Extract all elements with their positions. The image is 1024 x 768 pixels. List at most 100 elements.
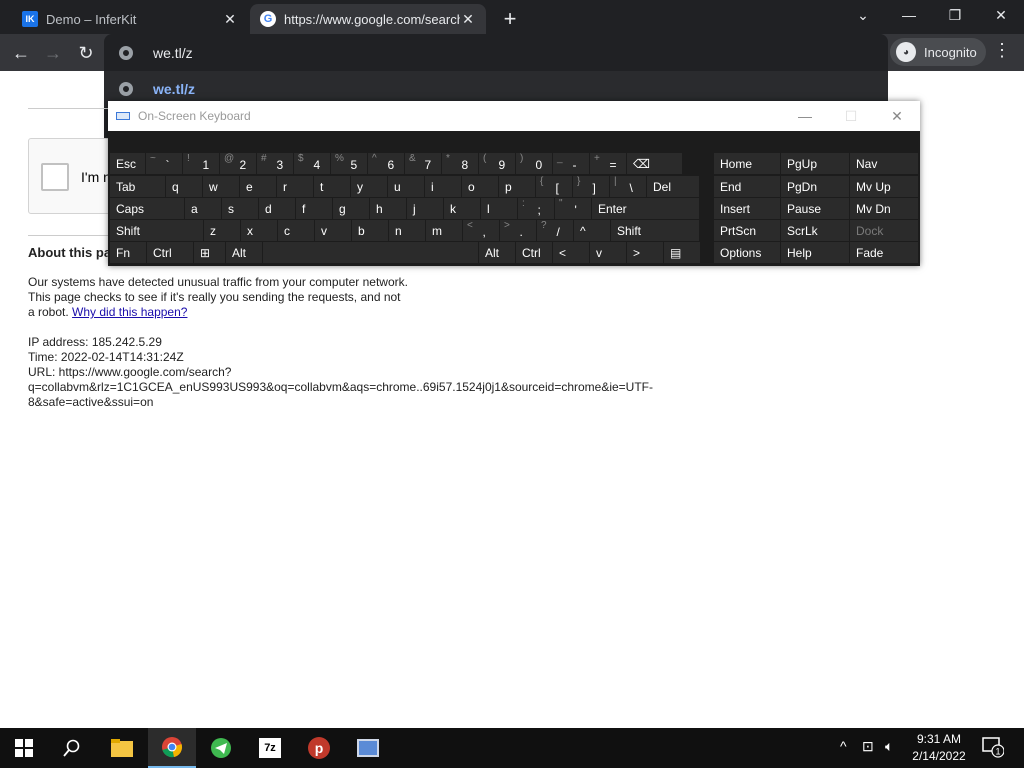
osk-nav-key[interactable]: Nav xyxy=(850,153,918,174)
osk-key[interactable]: > xyxy=(627,242,663,263)
volume-icon[interactable]: 🔈︎ xyxy=(885,738,893,755)
osk-key[interactable]: {[ xyxy=(536,176,572,197)
osk-key[interactable]: Caps xyxy=(110,198,184,219)
forward-arrow-icon[interactable]: → xyxy=(40,40,66,66)
osk-key[interactable]: + = xyxy=(590,153,626,174)
osk-nav-key[interactable]: Insert xyxy=(714,198,780,219)
osk-nav-key[interactable]: PgDn xyxy=(781,176,849,197)
osk-key[interactable]: q xyxy=(166,176,202,197)
window-close-icon[interactable]: ✕ xyxy=(978,0,1024,30)
osk-key[interactable]: Del xyxy=(647,176,699,197)
osk-key[interactable]: * 8 xyxy=(442,153,478,174)
osk-key[interactable]: Ctrl xyxy=(516,242,552,263)
osk-key[interactable]: v xyxy=(315,220,351,241)
osk-key[interactable]: }] xyxy=(573,176,609,197)
osk-nav-key[interactable]: PrtScn xyxy=(714,220,780,241)
osk-key[interactable]: c xyxy=(278,220,314,241)
network-app-button[interactable] xyxy=(344,728,392,768)
osk-key[interactable]: Shift xyxy=(110,220,203,241)
osk-key[interactable]: d xyxy=(259,198,295,219)
osk-key[interactable]: e xyxy=(240,176,276,197)
osk-maximize-icon[interactable]: ☐ xyxy=(828,101,874,131)
osk-key[interactable]: Ctrl xyxy=(147,242,193,263)
osk-key[interactable]: ⌫ xyxy=(627,153,682,174)
osk-key[interactable]: p xyxy=(499,176,535,197)
osk-key[interactable]: l xyxy=(481,198,517,219)
osk-key[interactable]: i xyxy=(425,176,461,197)
osk-nav-key[interactable]: Dock xyxy=(850,220,918,241)
osk-minimize-icon[interactable]: — xyxy=(782,101,828,131)
osk-key[interactable]: g xyxy=(333,198,369,219)
minimize-icon[interactable]: — xyxy=(886,0,932,30)
osk-key[interactable]: ▤ xyxy=(664,242,700,263)
osk-key[interactable]: x xyxy=(241,220,277,241)
osk-key[interactable]: & 7 xyxy=(405,153,441,174)
osk-key[interactable]: b xyxy=(352,220,388,241)
more-menu-icon[interactable]: ⋮ xyxy=(992,40,1012,61)
osk-nav-key[interactable]: End xyxy=(714,176,780,197)
chrome-taskbar-button[interactable] xyxy=(148,728,196,768)
osk-key[interactable]: Alt xyxy=(479,242,515,263)
osk-key[interactable]: ) 0 xyxy=(516,153,552,174)
osk-key[interactable]: o xyxy=(462,176,498,197)
osk-key[interactable]: ~ ` xyxy=(146,153,182,174)
osk-key[interactable]: % 5 xyxy=(331,153,367,174)
file-explorer-button[interactable] xyxy=(98,728,146,768)
back-arrow-icon[interactable]: ← xyxy=(8,40,34,66)
osk-key[interactable]: h xyxy=(370,198,406,219)
osk-key[interactable]: r xyxy=(277,176,313,197)
osk-nav-key[interactable]: Fade xyxy=(850,242,918,263)
close-icon[interactable]: ✕ xyxy=(460,11,476,28)
osk-key[interactable]: f xyxy=(296,198,332,219)
system-clock[interactable]: 9:31 AM 2/14/2022 xyxy=(906,731,972,765)
osk-key[interactable]: m xyxy=(426,220,462,241)
osk-key[interactable]: $4 xyxy=(294,153,330,174)
osk-key[interactable]: ^ xyxy=(574,220,610,241)
incognito-badge[interactable]: ◕ Incognito xyxy=(890,38,986,66)
osk-nav-key[interactable]: Mv Up xyxy=(850,176,918,197)
address-bar[interactable]: we.tl/z xyxy=(104,35,888,71)
osk-key[interactable]: " ' xyxy=(555,198,591,219)
osk-key[interactable]: Enter xyxy=(592,198,699,219)
osk-key[interactable]: <, xyxy=(463,220,499,241)
osk-key[interactable] xyxy=(263,242,478,263)
osk-key[interactable]: (9 xyxy=(479,153,515,174)
network-icon[interactable]: ⊡ xyxy=(862,738,874,755)
osk-nav-key[interactable]: Help xyxy=(781,242,849,263)
osk-key[interactable]: z xyxy=(204,220,240,241)
osk-key[interactable]: k xyxy=(444,198,480,219)
osk-nav-key[interactable]: ScrLk xyxy=(781,220,849,241)
osk-key[interactable]: ⊞ xyxy=(194,242,225,263)
osk-key[interactable]: y xyxy=(351,176,387,197)
chevron-down-icon[interactable]: ⌄ xyxy=(840,0,886,30)
new-tab-button[interactable]: + xyxy=(498,6,522,32)
osk-key[interactable]: u xyxy=(388,176,424,197)
search-button[interactable] xyxy=(48,728,96,768)
osk-key[interactable]: a xyxy=(185,198,221,219)
osk-key[interactable]: w xyxy=(203,176,239,197)
osk-key[interactable]: Alt xyxy=(226,242,262,263)
osk-key[interactable]: ^ 6 xyxy=(368,153,404,174)
osk-key[interactable]: s xyxy=(222,198,258,219)
osk-key[interactable]: ? / xyxy=(537,220,573,241)
osk-key[interactable]: v xyxy=(590,242,626,263)
osk-key[interactable]: #3 xyxy=(257,153,293,174)
notification-icon[interactable]: 1 xyxy=(982,736,1005,761)
osk-key[interactable]: | \ xyxy=(610,176,646,197)
osk-key[interactable]: < xyxy=(553,242,589,263)
address-input[interactable]: we.tl/z xyxy=(153,45,193,61)
osk-key[interactable]: ! 1 xyxy=(183,153,219,174)
restore-icon[interactable]: ❐ xyxy=(932,0,978,30)
osk-key[interactable]: n xyxy=(389,220,425,241)
osk-key[interactable]: t xyxy=(314,176,350,197)
telegram-button[interactable] xyxy=(197,728,245,768)
reload-icon[interactable]: ↻ xyxy=(73,40,99,66)
osk-key[interactable]: @2 xyxy=(220,153,256,174)
osk-key[interactable]: >. xyxy=(500,220,536,241)
osk-nav-key[interactable]: Mv Dn xyxy=(850,198,918,219)
osk-nav-key[interactable]: PgUp xyxy=(781,153,849,174)
close-icon[interactable]: ✕ xyxy=(222,11,238,28)
osk-nav-key[interactable]: Home xyxy=(714,153,780,174)
osk-close-icon[interactable]: ✕ xyxy=(874,101,920,131)
tab-inferkit[interactable]: IK Demo – InferKit ✕ xyxy=(12,4,248,34)
